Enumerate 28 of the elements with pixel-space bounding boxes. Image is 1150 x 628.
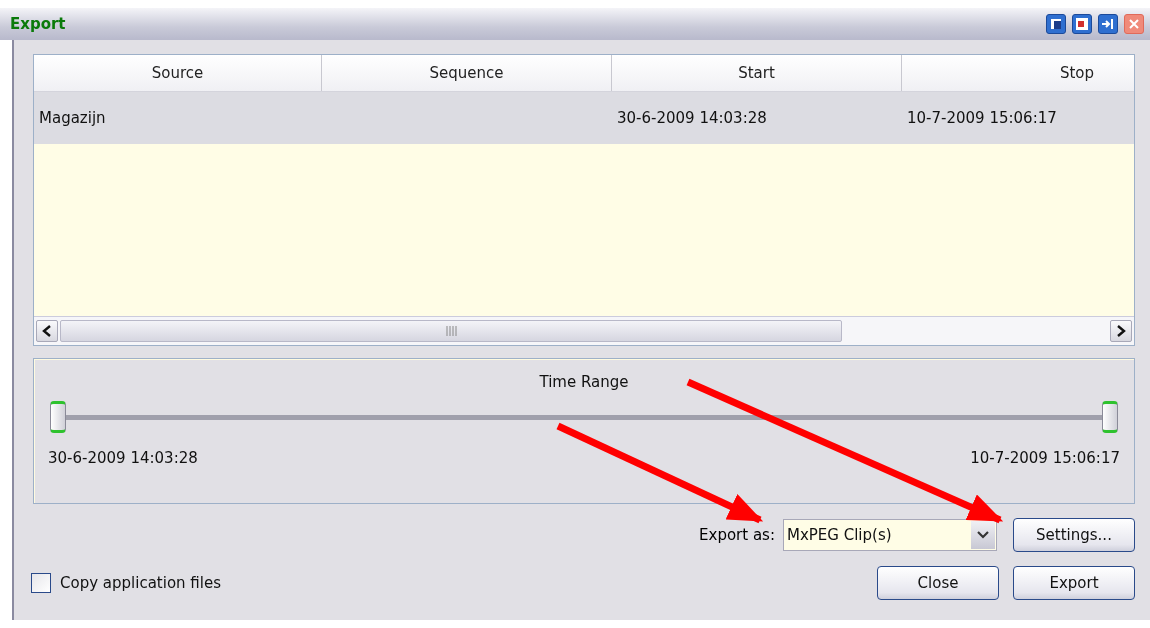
end-time: 10-7-2009 15:06:17 (970, 449, 1120, 467)
slider-handle[interactable] (1102, 401, 1118, 433)
checkbox-label: Copy application files (60, 574, 221, 592)
column-header[interactable]: Sequence (322, 55, 612, 91)
column-header[interactable]: Start (612, 55, 902, 91)
table-cell-text: Magazijn (38, 108, 107, 129)
scroll-right-icon[interactable] (1110, 320, 1132, 342)
export-format-dropdown[interactable]: MxPEG Clip(s) (783, 519, 997, 551)
start-time: 30-6-2009 14:03:28 (48, 449, 198, 467)
column-header[interactable]: Source (34, 55, 322, 91)
export-button[interactable]: Export (1013, 566, 1135, 600)
slider-handle[interactable] (50, 401, 66, 433)
table-cell-text: 10-7-2009 15:06:17 (906, 108, 1058, 129)
table-row[interactable]: Magazijn 30-6-2009 14:03:28 10-7-2009 15:06:17 (34, 92, 1134, 144)
window-icon[interactable] (1046, 14, 1066, 34)
close-button[interactable]: Close (877, 566, 999, 600)
panel-title: Time Range (539, 373, 629, 391)
layout-icon[interactable] (1072, 14, 1092, 34)
table-cell-text: 30-6-2009 14:03:28 (616, 108, 768, 129)
checkbox[interactable] (31, 573, 51, 593)
window-title: Export (10, 15, 66, 33)
scroll-left-icon[interactable] (36, 320, 58, 342)
settings-button[interactable]: Settings... (1013, 518, 1135, 552)
column-header[interactable]: Stop (902, 55, 1134, 91)
field-label: Export as: (699, 526, 775, 544)
arrow-in-icon[interactable] (1098, 14, 1118, 34)
chevron-down-icon (977, 531, 989, 539)
close-icon[interactable] (1124, 14, 1144, 34)
